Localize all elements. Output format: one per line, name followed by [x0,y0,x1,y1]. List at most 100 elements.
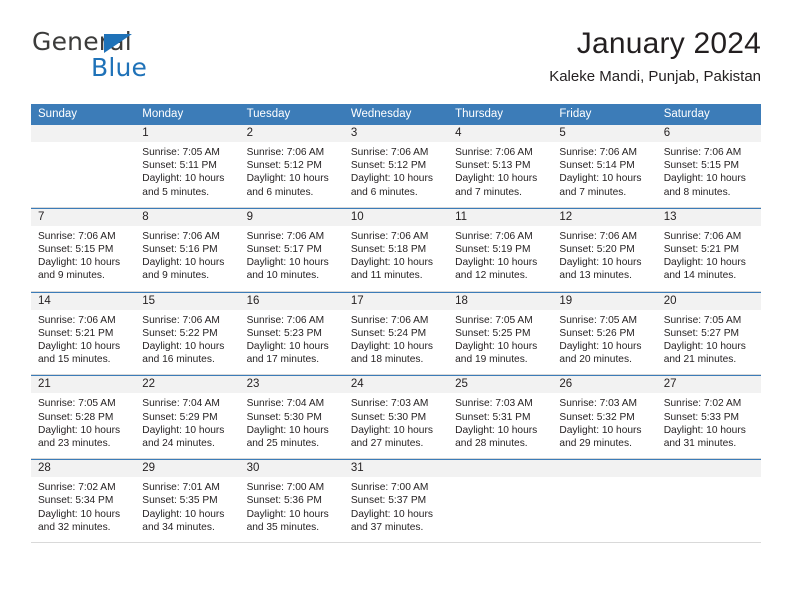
sunset-text: Sunset: 5:19 PM [455,244,531,256]
sunset-text: Sunset: 5:15 PM [38,244,114,256]
daylight-text-line2: and 34 minutes. [142,521,215,533]
day-number: 9 [239,208,344,226]
daylight-text-line2: and 5 minutes. [142,186,210,198]
day-number [31,125,136,142]
sunrise-text: Sunrise: 7:06 AM [350,314,429,326]
calendar-day-cell[interactable]: 29 Sunrise: 7:01 AM Sunset: 5:35 PM Dayligh… [135,460,240,543]
calendar-day-cell[interactable]: 14 Sunrise: 7:06 AM Sunset: 5:21 PM Dayligh… [31,292,136,375]
day-number: 19 [552,292,657,310]
day-details: Sunrise: 7:06 AM Sunset: 5:19 PM Daylight:… [448,226,552,291]
daylight-text-line1: Daylight: 10 hours [559,257,642,269]
day-details: Sunrise: 7:06 AM Sunset: 5:16 PM Daylight:… [135,226,239,291]
calendar-day-cell[interactable]: 27 Sunrise: 7:02 AM Sunset: 5:33 PM Dayligh… [656,376,761,459]
calendar-day-cell[interactable]: 5 Sunrise: 7:06 AM Sunset: 5:14 PM Daylight… [552,125,657,207]
day-details: Sunrise: 7:06 AM Sunset: 5:22 PM Daylight:… [135,310,239,375]
day-number: 6 [656,125,761,142]
calendar-day-cell[interactable]: 20 Sunrise: 7:05 AM Sunset: 5:27 PM Dayligh… [656,292,761,375]
calendar-day-cell[interactable]: 30 Sunrise: 7:00 AM Sunset: 5:36 PM Dayligh… [239,460,344,543]
day-details: Sunrise: 7:02 AM Sunset: 5:33 PM Daylight:… [657,393,761,458]
calendar-day-cell[interactable]: 2 Sunrise: 7:06 AM Sunset: 5:12 PM Daylight… [239,125,344,207]
calendar-day-cell[interactable]: 15 Sunrise: 7:06 AM Sunset: 5:22 PM Dayligh… [135,292,240,375]
calendar-day-cell[interactable]: 10 Sunrise: 7:06 AM Sunset: 5:18 PM Dayligh… [343,208,449,291]
general-blue-logo[interactable]: General Blue [31,26,261,88]
day-number: 22 [135,376,240,394]
calendar-day-cell[interactable]: 8 Sunrise: 7:06 AM Sunset: 5:16 PM Daylight… [135,208,240,291]
daylight-text-line1: Daylight: 10 hours [559,173,642,185]
calendar-day-cell[interactable]: 9 Sunrise: 7:06 AM Sunset: 5:17 PM Daylight… [239,208,344,291]
calendar-day-cell[interactable]: 4 Sunrise: 7:06 AM Sunset: 5:13 PM Daylight… [448,125,553,207]
day-number: 27 [656,376,761,394]
calendar-day-cell[interactable]: 19 Sunrise: 7:05 AM Sunset: 5:26 PM Dayligh… [552,292,657,375]
daylight-text-line2: and 13 minutes. [559,270,632,282]
day-details: Sunrise: 7:05 AM Sunset: 5:25 PM Daylight:… [448,310,552,375]
calendar-day-cell[interactable]: 22 Sunrise: 7:04 AM Sunset: 5:29 PM Dayligh… [135,376,240,459]
daylight-text-line2: and 12 minutes. [455,270,528,282]
daylight-text-line1: Daylight: 10 hours [38,424,121,436]
calendar-day-cell[interactable]: 7 Sunrise: 7:06 AM Sunset: 5:15 PM Daylight… [31,208,136,291]
sunset-text: Sunset: 5:30 PM [246,411,322,423]
daylight-text-line1: Daylight: 10 hours [246,173,329,185]
day-number: 12 [552,208,657,226]
calendar-weeks: 1 Sunrise: 7:05 AM Sunset: 5:11 PM Daylight… [31,125,761,544]
sunrise-text: Sunrise: 7:06 AM [350,147,429,158]
sunset-text: Sunset: 5:21 PM [38,327,114,339]
sunrise-text: Sunrise: 7:06 AM [246,230,325,242]
sunrise-text: Sunrise: 7:03 AM [559,398,637,410]
sunset-text: Sunset: 5:23 PM [246,327,322,339]
daylight-text-line1: Daylight: 10 hours [663,424,746,436]
calendar-day-cell[interactable]: 16 Sunrise: 7:06 AM Sunset: 5:23 PM Dayligh… [239,292,344,375]
daylight-text-line1: Daylight: 10 hours [559,424,642,436]
sunrise-text: Sunrise: 7:04 AM [142,398,220,410]
daylight-text-line1: Daylight: 10 hours [142,341,225,353]
sunset-text: Sunset: 5:18 PM [350,244,427,256]
calendar-day-cell[interactable]: 26 Sunrise: 7:03 AM Sunset: 5:32 PM Dayligh… [552,376,657,459]
daylight-text-line1: Daylight: 10 hours [455,424,538,436]
day-number: 17 [343,292,449,310]
sunrise-text: Sunrise: 7:05 AM [142,147,220,158]
day-details [31,142,135,205]
calendar-day-cell[interactable]: 31 Sunrise: 7:00 AM Sunset: 5:37 PM Dayligh… [343,460,449,543]
day-details: Sunrise: 7:06 AM Sunset: 5:21 PM Daylight:… [657,226,761,291]
daylight-text-line2: and 10 minutes. [246,270,320,282]
day-number: 11 [448,208,553,226]
sunset-text: Sunset: 5:32 PM [559,411,635,423]
calendar-day-cell[interactable]: 17 Sunrise: 7:06 AM Sunset: 5:24 PM Dayligh… [343,292,449,375]
calendar-day-cell[interactable]: 11 Sunrise: 7:06 AM Sunset: 5:19 PM Dayligh… [448,208,553,291]
calendar-day-cell-empty [31,125,136,207]
calendar-day-cell[interactable]: 24 Sunrise: 7:03 AM Sunset: 5:30 PM Dayligh… [343,376,449,459]
calendar-day-cell[interactable]: 21 Sunrise: 7:05 AM Sunset: 5:28 PM Dayligh… [31,376,136,459]
day-number: 28 [31,460,136,478]
daylight-text-line2: and 20 minutes. [559,354,632,366]
daylight-text-line1: Daylight: 10 hours [38,341,121,353]
day-number: 3 [343,125,449,142]
calendar-day-cell[interactable]: 25 Sunrise: 7:03 AM Sunset: 5:31 PM Dayligh… [448,376,553,459]
day-number [448,460,553,478]
calendar-week-row: 14 Sunrise: 7:06 AM Sunset: 5:21 PM Dayligh… [31,291,761,376]
day-details: Sunrise: 7:01 AM Sunset: 5:35 PM Daylight:… [135,477,239,542]
sunset-text: Sunset: 5:20 PM [559,244,635,256]
daylight-text-line2: and 27 minutes. [350,438,424,450]
sunrise-text: Sunrise: 7:05 AM [663,314,742,326]
calendar-day-cell[interactable]: 13 Sunrise: 7:06 AM Sunset: 5:21 PM Dayligh… [656,208,761,291]
calendar-day-cell[interactable]: 6 Sunrise: 7:06 AM Sunset: 5:15 PM Daylight… [656,125,761,207]
calendar-day-cell[interactable]: 23 Sunrise: 7:04 AM Sunset: 5:30 PM Dayligh… [239,376,344,459]
calendar-day-cell[interactable]: 18 Sunrise: 7:05 AM Sunset: 5:25 PM Dayligh… [448,292,553,375]
sunrise-text: Sunrise: 7:06 AM [455,147,533,158]
daylight-text-line1: Daylight: 10 hours [663,341,746,353]
calendar-day-cell[interactable]: 3 Sunrise: 7:06 AM Sunset: 5:12 PM Daylight… [343,125,449,207]
calendar-day-cell[interactable]: 1 Sunrise: 7:05 AM Sunset: 5:11 PM Daylight… [135,125,240,207]
sunrise-text: Sunrise: 7:05 AM [38,398,116,410]
calendar-day-cell[interactable]: 28 Sunrise: 7:02 AM Sunset: 5:34 PM Dayligh… [31,460,136,543]
sunset-text: Sunset: 5:12 PM [246,160,322,172]
daylight-text-line1: Daylight: 10 hours [142,424,225,436]
daylight-text-line2: and 37 minutes. [350,521,424,533]
day-details: Sunrise: 7:06 AM Sunset: 5:17 PM Daylight:… [240,226,344,291]
calendar-day-cell[interactable]: 12 Sunrise: 7:06 AM Sunset: 5:20 PM Dayligh… [552,208,657,291]
day-number: 14 [31,292,136,310]
daylight-text-line2: and 6 minutes. [246,186,314,198]
daylight-text-line1: Daylight: 10 hours [142,173,225,185]
weekday-header-saturday: Saturday [663,108,710,120]
sunrise-text: Sunrise: 7:06 AM [142,230,220,242]
day-details: Sunrise: 7:04 AM Sunset: 5:30 PM Daylight:… [240,393,344,458]
sunrise-text: Sunrise: 7:06 AM [38,314,116,326]
